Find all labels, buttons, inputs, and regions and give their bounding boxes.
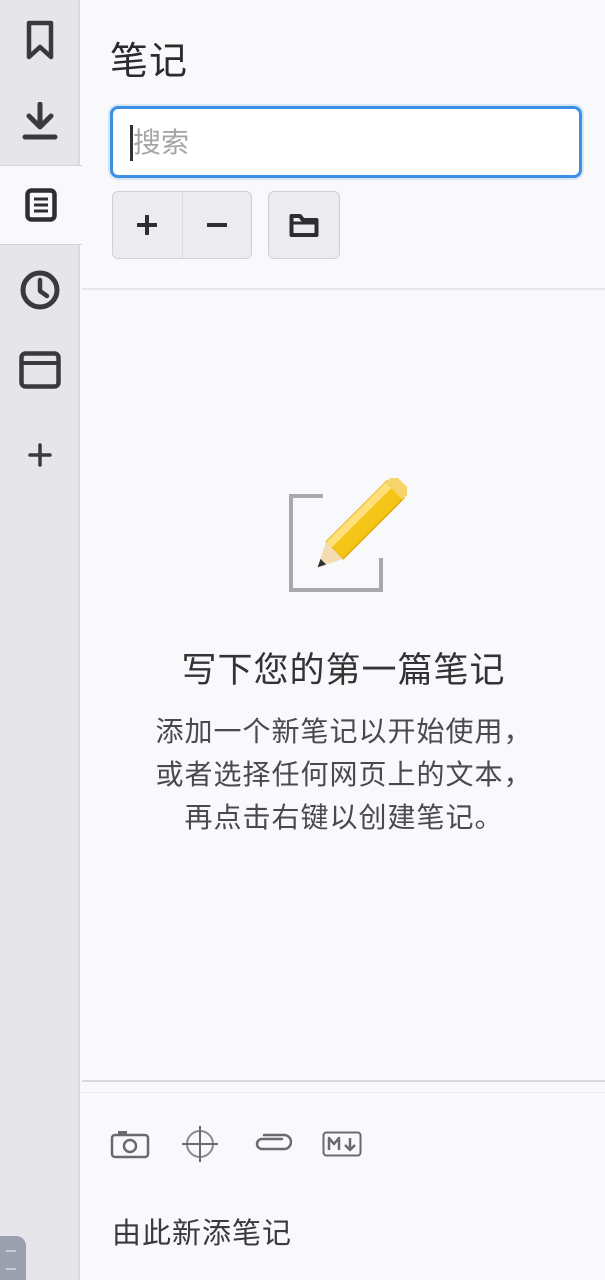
panel-resize-handle[interactable] xyxy=(0,1236,26,1280)
capture-selection-button[interactable] xyxy=(178,1122,222,1166)
history-icon xyxy=(20,270,60,310)
rail-item-downloads[interactable] xyxy=(0,82,80,162)
notes-header: 笔记 xyxy=(82,0,605,290)
rail-item-add-panel[interactable] xyxy=(0,415,80,495)
empty-state: 写下您的第一篇笔记 添加一个新笔记以开始使用，或者选择任何网页上的文本， 再点击… xyxy=(82,290,605,1080)
screenshot-button[interactable] xyxy=(108,1122,152,1166)
note-pencil-icon xyxy=(289,478,407,592)
attach-button[interactable] xyxy=(250,1122,294,1166)
rail-item-windows[interactable] xyxy=(0,330,80,410)
markdown-icon xyxy=(322,1131,362,1157)
plus-icon xyxy=(137,215,158,235)
download-icon xyxy=(22,102,58,140)
add-note-button[interactable] xyxy=(113,192,182,258)
search-field[interactable] xyxy=(110,106,582,178)
text-caret xyxy=(130,125,133,161)
note-composer: 由此新添笔记 xyxy=(82,1080,605,1280)
minus-icon xyxy=(206,223,227,227)
page-title: 笔记 xyxy=(110,39,189,83)
notes-icon xyxy=(25,188,57,222)
markdown-toggle[interactable] xyxy=(320,1122,364,1166)
rail-item-notes[interactable] xyxy=(0,165,82,245)
remove-note-button[interactable] xyxy=(181,192,252,258)
add-icon xyxy=(28,443,52,467)
search-input[interactable] xyxy=(127,117,567,167)
browser-window-icon xyxy=(19,351,61,389)
add-note-input[interactable]: 由此新添笔记 xyxy=(112,1210,292,1252)
paperclip-icon xyxy=(255,1133,292,1151)
new-folder-button[interactable] xyxy=(268,191,340,259)
notes-panel: 笔记 搜索 写下您的第一篇笔记 添加一个新笔记以开始使用，或者选择任何网页上的文… xyxy=(0,0,605,1280)
bookmark-icon xyxy=(26,20,54,60)
sidebar-rail xyxy=(0,0,82,1280)
rail-item-history[interactable] xyxy=(0,250,80,330)
camera-icon xyxy=(110,1131,150,1159)
add-remove-group xyxy=(112,191,252,259)
empty-state-heading: 写下您的第一篇笔记 xyxy=(181,651,506,691)
folder-icon xyxy=(289,214,319,237)
rail-item-bookmarks[interactable] xyxy=(0,0,80,80)
empty-state-message: 添加一个新笔记以开始使用，或者选择任何网页上的文本， 再点击右键以创建笔记。 xyxy=(155,715,533,834)
crosshair-icon xyxy=(182,1126,218,1162)
